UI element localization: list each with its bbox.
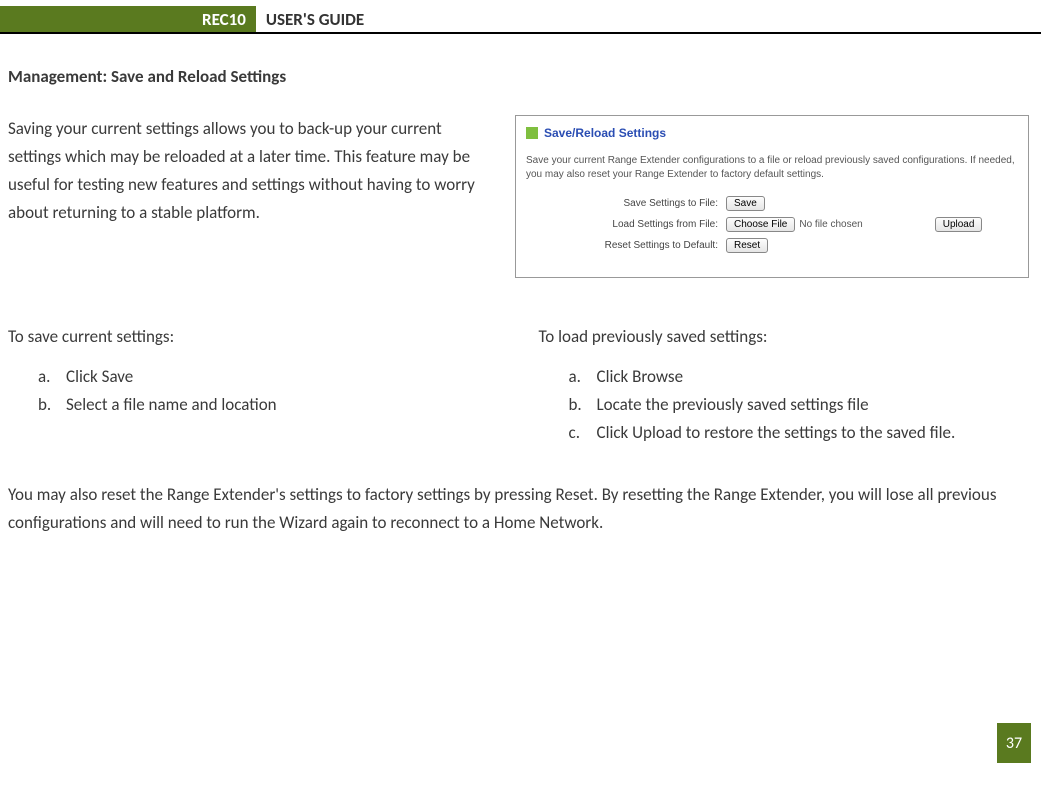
list-marker: b. xyxy=(38,391,66,419)
save-heading: To save current settings: xyxy=(8,326,499,347)
load-instructions: To load previously saved settings: a.Cli… xyxy=(539,326,1030,447)
widget-description: Save your current Range Extender configu… xyxy=(526,154,1018,182)
save-label: Save Settings to File: xyxy=(526,198,726,209)
save-list: a.Click Save b.Select a file name and lo… xyxy=(8,363,499,419)
reset-paragraph: You may also reset the Range Extender's … xyxy=(8,481,1029,537)
intro-paragraph: Saving your current settings allows you … xyxy=(8,115,497,278)
reset-row: Reset Settings to Default: Reset xyxy=(526,238,1018,253)
header-badge: REC10 xyxy=(16,6,256,32)
list-marker: b. xyxy=(569,391,597,419)
page-number: 37 xyxy=(997,723,1031,763)
save-instructions: To save current settings: a.Click Save b… xyxy=(8,326,499,447)
list-text: Click Save xyxy=(66,363,133,391)
widget-bullet-icon xyxy=(526,127,538,139)
list-text: Click Upload to restore the settings to … xyxy=(597,419,956,447)
list-marker: a. xyxy=(569,363,597,391)
load-label: Load Settings from File: xyxy=(526,219,726,230)
widget-header: Save/Reload Settings xyxy=(526,126,1018,140)
section-title: Management: Save and Reload Settings xyxy=(8,66,1029,87)
load-list: a.Click Browse b.Locate the previously s… xyxy=(539,363,1030,447)
save-reload-widget: Save/Reload Settings Save your current R… xyxy=(515,115,1029,278)
upload-button[interactable]: Upload xyxy=(935,217,983,232)
list-item: a.Click Save xyxy=(38,363,499,391)
widget-title: Save/Reload Settings xyxy=(544,126,666,140)
list-text: Locate the previously saved settings fil… xyxy=(597,391,869,419)
no-file-text: No file chosen xyxy=(799,219,862,230)
choose-file-button[interactable]: Choose File xyxy=(726,217,795,232)
save-button[interactable]: Save xyxy=(726,196,765,211)
reset-button[interactable]: Reset xyxy=(726,238,768,253)
list-marker: c. xyxy=(569,419,597,447)
load-row: Load Settings from File: Choose File No … xyxy=(526,217,1018,232)
list-item: b.Select a file name and location xyxy=(38,391,499,419)
list-item: b.Locate the previously saved settings f… xyxy=(569,391,1030,419)
instructions-columns: To save current settings: a.Click Save b… xyxy=(8,326,1029,447)
page-header: REC10 USER'S GUIDE xyxy=(0,6,1041,34)
intro-row: Saving your current settings allows you … xyxy=(8,115,1029,278)
list-item: c.Click Upload to restore the settings t… xyxy=(569,419,1030,447)
header-title: USER'S GUIDE xyxy=(256,6,374,32)
load-heading: To load previously saved settings: xyxy=(539,326,1030,347)
content-area: Management: Save and Reload Settings Sav… xyxy=(0,34,1041,537)
list-marker: a. xyxy=(38,363,66,391)
list-text: Click Browse xyxy=(597,363,684,391)
reset-label: Reset Settings to Default: xyxy=(526,240,726,251)
list-text: Select a file name and location xyxy=(66,391,277,419)
save-row: Save Settings to File: Save xyxy=(526,196,1018,211)
header-accent xyxy=(0,6,16,32)
list-item: a.Click Browse xyxy=(569,363,1030,391)
